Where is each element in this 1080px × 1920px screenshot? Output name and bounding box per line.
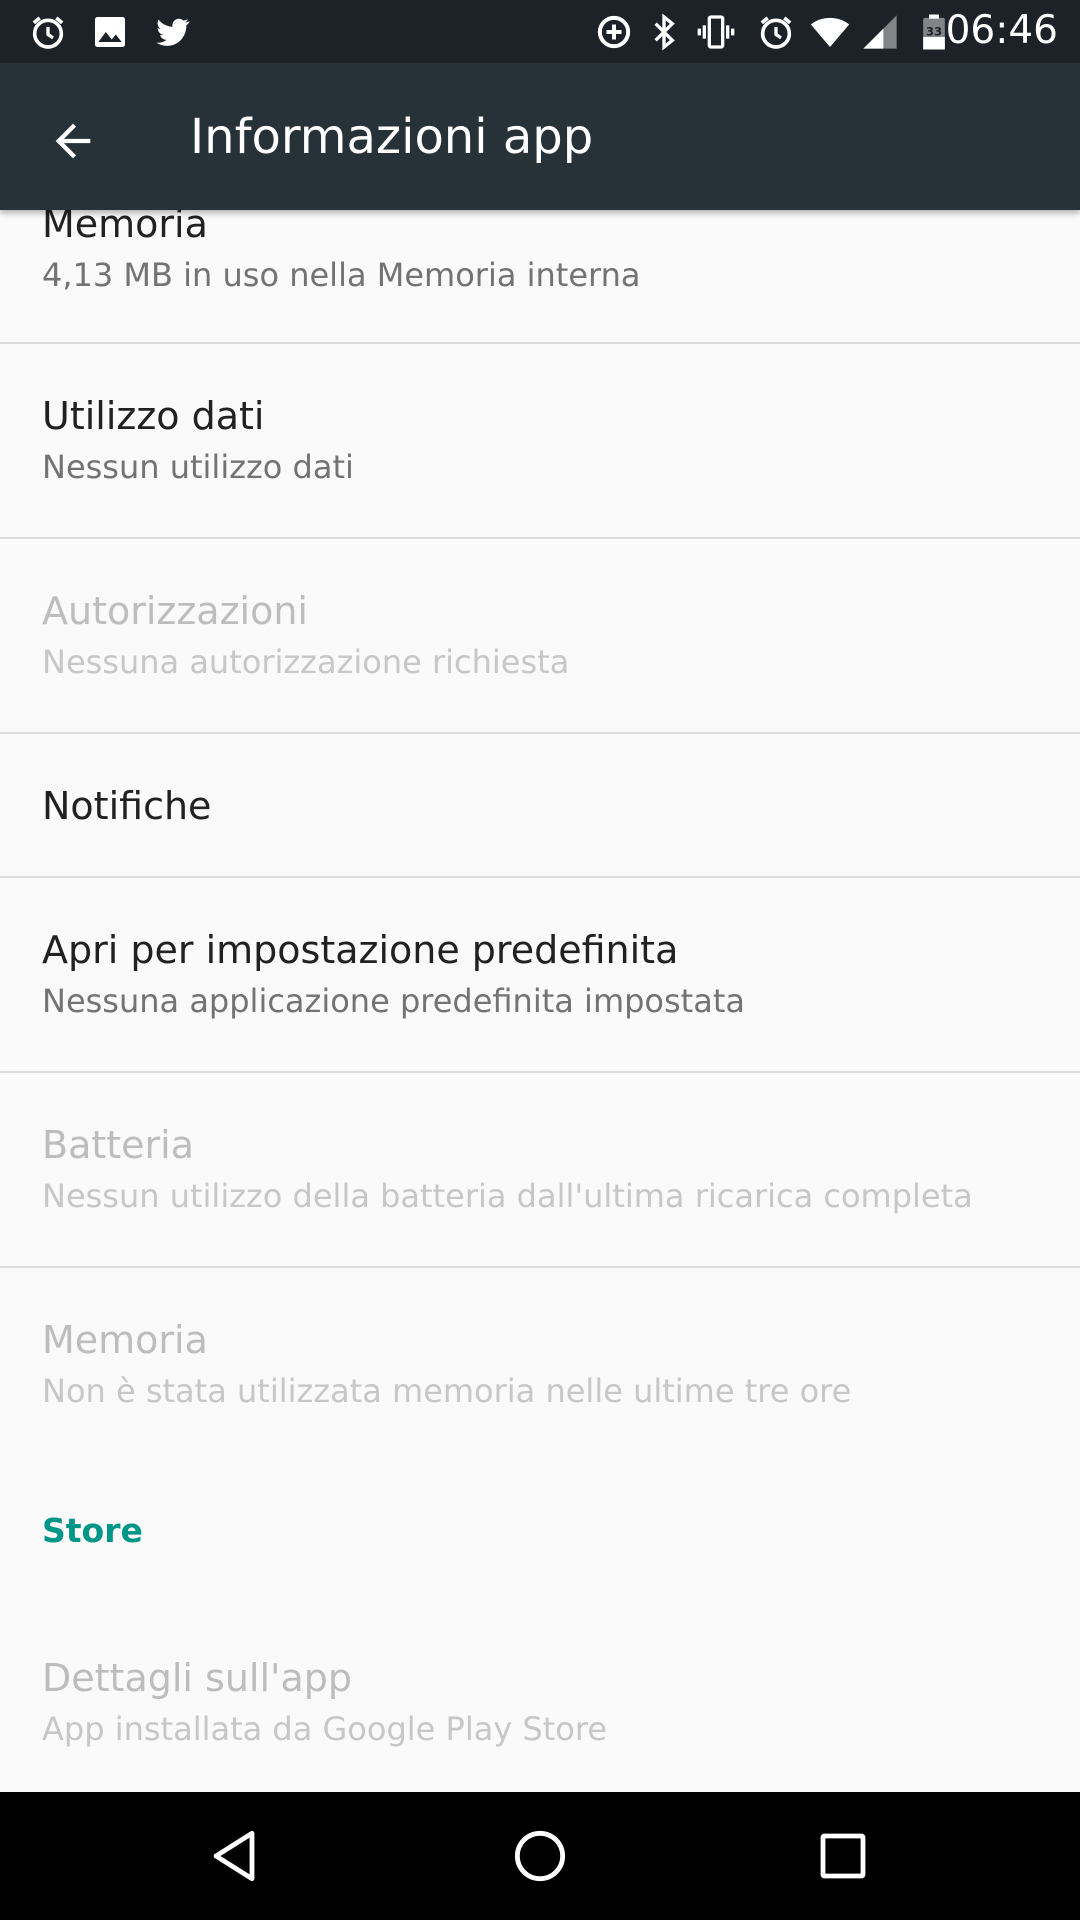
battery-level: 33 [926,24,942,38]
list-item-title: Memoria [42,210,208,246]
list-item-permissions[interactable]: Autorizzazioni Nessuna autorizzazione ri… [0,539,1080,733]
nav-home-button[interactable] [500,1816,580,1896]
page-title: Informazioni app [190,109,594,165]
alarm-icon [756,12,796,52]
list-item-title: Memoria [42,1318,208,1362]
list-item-memory[interactable]: Memoria Non è stata utilizzata memoria n… [0,1268,1080,1462]
settings-list: Memoria 4,13 MB in uso nella Memoria int… [0,210,1080,1792]
list-item-title: Apri per impostazione predefinita [42,928,679,972]
data-saver-icon [594,12,634,52]
app-toolbar: Informazioni app [0,63,1080,210]
home-circle-icon [514,1830,566,1882]
list-item-data-usage[interactable]: Utilizzo dati Nessun utilizzo dati [0,344,1080,538]
back-triangle-icon [213,1830,255,1882]
section-header-store: Store [42,1511,143,1550]
list-item-app-details[interactable]: Dettagli sull'app App installata da Goog… [0,1606,1080,1792]
list-item-subtitle: Nessun utilizzo dati [42,448,354,486]
recents-square-icon [820,1833,866,1879]
list-item-subtitle: Nessuna autorizzazione richiesta [42,643,570,681]
wifi-icon [810,12,850,52]
list-item-subtitle: Nessuna applicazione predefinita imposta… [42,982,745,1020]
list-item-subtitle: Nessun utilizzo della batteria dall'ulti… [42,1177,973,1215]
list-item-title: Autorizzazioni [42,589,308,633]
status-time: 06:46 [945,8,1058,53]
navigation-bar [0,1792,1080,1920]
list-item-open-by-default[interactable]: Apri per impostazione predefinita Nessun… [0,878,1080,1072]
list-item-battery[interactable]: Batteria Nessun utilizzo della batteria … [0,1073,1080,1267]
list-item-title: Batteria [42,1123,194,1167]
list-item-title: Dettagli sull'app [42,1656,353,1700]
signal-icon [860,12,900,52]
back-button[interactable] [35,103,111,179]
vibrate-icon [696,12,736,52]
list-item-subtitle: 4,13 MB in uso nella Memoria interna [42,256,641,294]
list-item-subtitle: Non è stata utilizzata memoria nelle ult… [42,1372,852,1410]
arrow-back-icon [55,123,91,159]
alarm-icon [28,12,68,52]
list-item-title: Utilizzo dati [42,394,265,438]
image-icon [90,12,130,52]
bluetooth-icon [644,12,684,52]
nav-back-button[interactable] [196,1816,276,1896]
list-item-title: Notifiche [42,784,212,828]
list-item-subtitle: App installata da Google Play Store [42,1710,607,1748]
status-bar: 33 06:46 [0,0,1080,63]
list-item-notifications[interactable]: Notifiche [0,734,1080,876]
twitter-icon [152,12,192,52]
nav-recents-button[interactable] [803,1816,883,1896]
